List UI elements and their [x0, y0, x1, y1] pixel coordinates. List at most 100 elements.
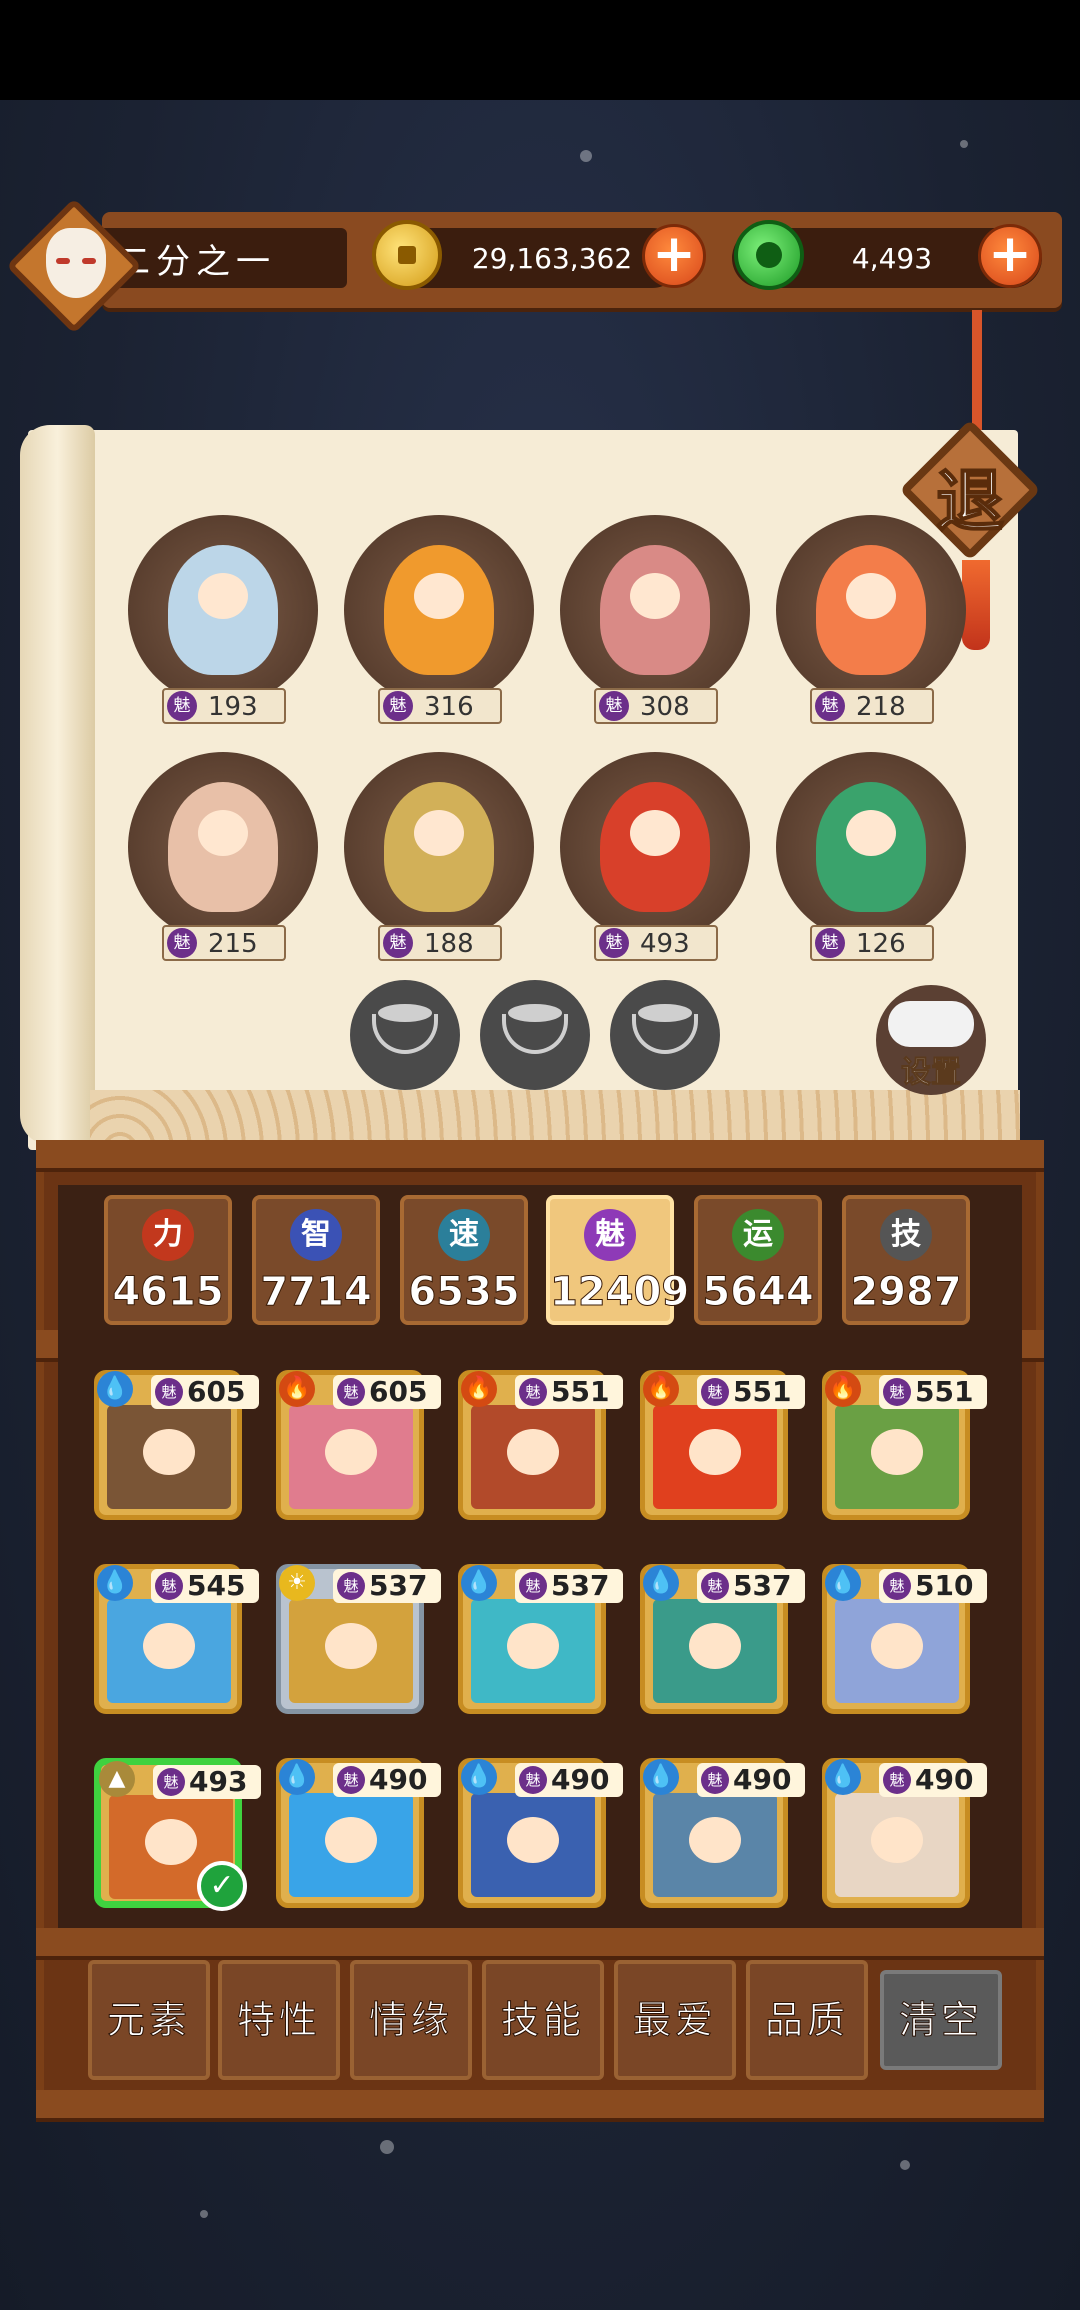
team-hero-slot[interactable] [776, 515, 966, 705]
stat-tab[interactable]: 技 2987 [842, 1195, 970, 1325]
hero-card[interactable]: 💧 魅 510 [822, 1564, 987, 1714]
add-gems-button[interactable]: + [978, 224, 1042, 288]
team-hero-slot[interactable] [344, 752, 534, 942]
stat-value: 6535 [408, 1269, 520, 1316]
settings-label: 设置 [901, 1055, 962, 1091]
filter-button[interactable]: 特性 [218, 1960, 340, 2080]
water-element-icon: 💧 [461, 1565, 497, 1601]
charm-tag: 魅 188 [378, 925, 502, 961]
hero-card[interactable]: ▲ 魅 493 ✓ [94, 1758, 261, 1911]
hero-card[interactable]: 🔥 魅 551 [458, 1370, 623, 1520]
charm-value: 490 [915, 1763, 974, 1796]
hero-face [871, 1817, 923, 1863]
hero-card[interactable]: 💧 魅 605 [94, 1370, 259, 1520]
charm-value: 126 [856, 929, 906, 959]
hero-card[interactable]: 💧 魅 537 [458, 1564, 623, 1714]
charm-icon: 魅 [701, 1378, 729, 1406]
charm-tag: 魅 537 [333, 1569, 441, 1603]
water-element-icon: 💧 [97, 1565, 133, 1601]
team-hero-slot[interactable] [344, 515, 534, 705]
charm-tag: 魅 490 [697, 1763, 805, 1797]
filter-button[interactable]: 元素 [88, 1960, 210, 2080]
selected-check-icon: ✓ [197, 1861, 247, 1911]
hero-card[interactable]: 🔥 魅 605 [276, 1370, 441, 1520]
hero-face [846, 810, 896, 856]
gamepad-icon [888, 1001, 974, 1047]
hero-portrait [384, 782, 494, 912]
exit-tassel [962, 560, 990, 650]
team-hero-slot[interactable] [128, 515, 318, 705]
add-coins-button[interactable]: + [642, 224, 706, 288]
charm-tag: 魅 537 [515, 1569, 623, 1603]
charm-value: 551 [551, 1375, 610, 1408]
empty-slot-bowl-icon[interactable] [610, 980, 720, 1090]
charm-icon: 魅 [599, 928, 629, 958]
hero-face [325, 1623, 377, 1669]
team-hero-slot[interactable] [560, 515, 750, 705]
gem-amount: 4,493 [851, 242, 933, 275]
hero-card[interactable]: 💧 魅 490 [458, 1758, 623, 1908]
stat-tab[interactable]: 运 5644 [694, 1195, 822, 1325]
hero-face [630, 810, 680, 856]
status-bar-area [0, 0, 1080, 100]
hero-face [846, 573, 896, 619]
charm-value: 490 [551, 1763, 610, 1796]
clear-filter-button[interactable]: 清空 [880, 1970, 1002, 2070]
fire-element-icon: 🔥 [279, 1371, 315, 1407]
charm-value: 605 [369, 1375, 428, 1408]
charm-tag: 魅 490 [333, 1763, 441, 1797]
charm-tag: 魅 193 [162, 688, 286, 724]
player-avatar[interactable] [6, 198, 142, 334]
hero-card[interactable]: 🔥 魅 551 [822, 1370, 987, 1520]
hero-card[interactable]: 💧 魅 537 [640, 1564, 805, 1714]
empty-slot-bowl-icon[interactable] [350, 980, 460, 1090]
charm-icon: 魅 [815, 691, 845, 721]
filter-button[interactable]: 最爱 [614, 1960, 736, 2080]
stat-tab[interactable]: 智 7714 [252, 1195, 380, 1325]
stat-tab[interactable]: 魅 12409 [546, 1195, 690, 1325]
hero-card[interactable]: 💧 魅 490 [276, 1758, 441, 1908]
coin-icon [372, 220, 442, 290]
stat-tab[interactable]: 速 6535 [400, 1195, 528, 1325]
fox-mask-icon [46, 228, 106, 298]
fire-element-icon: 🔥 [461, 1371, 497, 1407]
earth-element-icon: ▲ [99, 1761, 135, 1797]
hero-card-portrait [289, 1793, 413, 1897]
hero-portrait [384, 545, 494, 675]
charm-value: 308 [640, 692, 690, 722]
hero-card-portrait [289, 1599, 413, 1703]
hero-card[interactable]: 💧 魅 490 [822, 1758, 987, 1908]
team-hero-slot[interactable] [128, 752, 318, 942]
hero-portrait [816, 782, 926, 912]
hero-card-portrait [835, 1793, 959, 1897]
filter-button[interactable]: 技能 [482, 1960, 604, 2080]
water-element-icon: 💧 [279, 1759, 315, 1795]
hero-card[interactable]: 🔥 魅 551 [640, 1370, 805, 1520]
team-hero-slot[interactable] [776, 752, 966, 942]
hero-face [689, 1817, 741, 1863]
filter-button[interactable]: 品质 [746, 1960, 868, 2080]
hero-card[interactable]: 💧 魅 545 [94, 1564, 259, 1714]
settings-button[interactable]: 设置 [876, 985, 986, 1095]
hero-portrait [816, 545, 926, 675]
fire-element-icon: 🔥 [643, 1371, 679, 1407]
team-hero-slot[interactable] [560, 752, 750, 942]
water-element-icon: 💧 [643, 1565, 679, 1601]
hero-card-portrait [835, 1599, 959, 1703]
charm-value: 551 [733, 1375, 792, 1408]
empty-slot-bowl-icon[interactable] [480, 980, 590, 1090]
sun-element-icon: ☀ [279, 1565, 315, 1601]
charm-tag: 魅 551 [697, 1375, 805, 1409]
hero-card[interactable]: ☀ 魅 537 [276, 1564, 441, 1714]
charm-icon: 魅 [337, 1378, 365, 1406]
stat-tab[interactable]: 力 4615 [104, 1195, 232, 1325]
hero-card-portrait [107, 1405, 231, 1509]
shelf-beam [36, 2090, 1044, 2118]
hero-card-portrait [835, 1405, 959, 1509]
hero-card-portrait [653, 1793, 777, 1897]
hero-face [145, 1819, 197, 1865]
filter-button[interactable]: 情缘 [350, 1960, 472, 2080]
hero-card[interactable]: 💧 魅 490 [640, 1758, 805, 1908]
gem-icon [734, 220, 804, 290]
charm-value: 316 [424, 692, 474, 722]
